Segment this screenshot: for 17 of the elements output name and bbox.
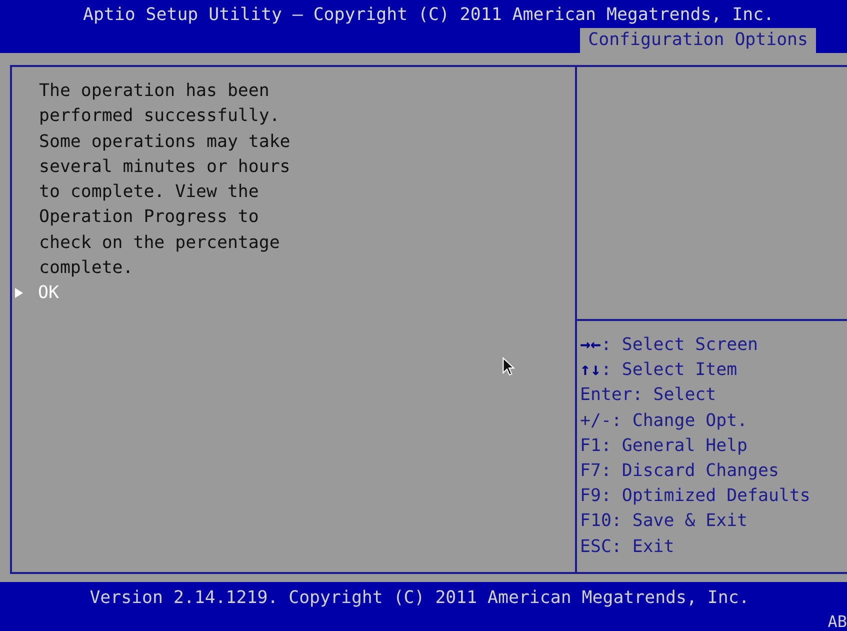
message-text: The operation has been performed successfully. Some operations may take several minutes or hours to complete. View the Operation Progress to check on the percentage complete. bbox=[39, 80, 292, 280]
menu-item[interactable]: OK bbox=[12, 281, 575, 306]
pointer-icon bbox=[14, 287, 24, 300]
help-line: ESC: Exit bbox=[580, 536, 676, 559]
help-line: F1: General Help bbox=[580, 434, 749, 458]
help-line: +/-: Change Opt. bbox=[580, 410, 749, 433]
corner-text: AB bbox=[828, 613, 847, 631]
help-line: F9: Optimized Defaults bbox=[580, 485, 812, 508]
help-line: Enter: Select bbox=[580, 384, 718, 408]
window-title: Aptio Setup Utility – Copyright (C) 2011 American Megatrends, Inc. bbox=[82, 4, 776, 26]
help-line: →←: Select Screen bbox=[580, 334, 760, 357]
version-text: Version 2.14.1219. Copyright (C) 2011 American Megatrends, Inc. bbox=[88, 587, 750, 609]
help-line: ↑↓: Select Item bbox=[580, 359, 738, 382]
help-line: F10: Save & Exit bbox=[580, 510, 749, 534]
mouse-cursor-icon bbox=[502, 357, 515, 376]
tab[interactable]: Configuration Options bbox=[580, 28, 816, 53]
help-line: F7: Discard Changes bbox=[580, 460, 780, 484]
